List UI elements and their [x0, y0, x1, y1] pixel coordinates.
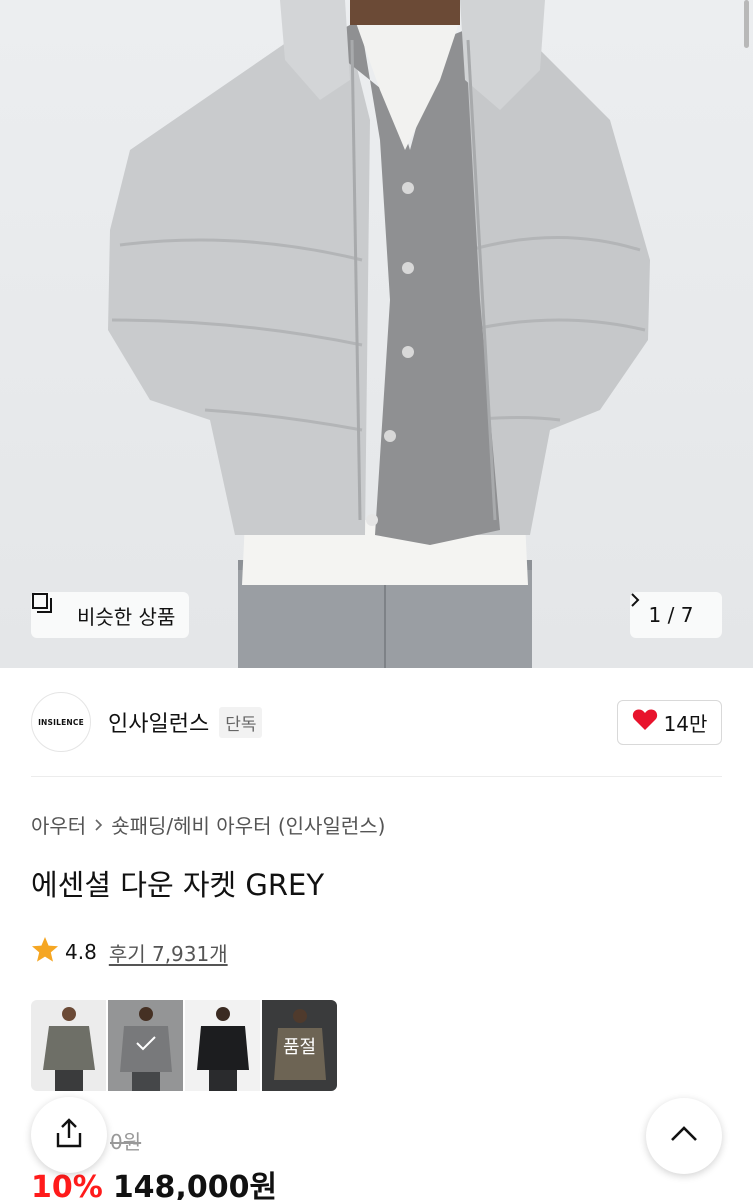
color-option-black[interactable]: [185, 1000, 260, 1091]
breadcrumb-item-category[interactable]: 숏패딩/헤비 아우터 (인사일런스): [111, 810, 385, 839]
scroll-indicator[interactable]: [744, 0, 749, 48]
color-options: 품절: [31, 1000, 337, 1091]
thumbnail-image: [185, 1000, 260, 1091]
sold-out-label: 품절: [282, 1036, 317, 1058]
like-count: 14만: [663, 711, 708, 736]
product-title: 에센셜 다운 자켓 GREY: [31, 868, 325, 902]
heart-icon: [632, 708, 658, 736]
sale-price: 148,000원: [112, 1170, 278, 1200]
product-photo: [108, 0, 650, 668]
breadcrumb-item-outer[interactable]: 아우터: [31, 810, 86, 839]
similar-products-button[interactable]: 비슷한 상품: [31, 592, 190, 638]
star-icon: [31, 936, 59, 968]
original-price: 0원: [110, 1130, 142, 1154]
divider: [31, 776, 722, 777]
product-image-carousel[interactable]: 비슷한 상품 1 / 7: [0, 0, 753, 668]
image-counter: 1 / 7: [648, 603, 694, 627]
similar-items-icon: [32, 593, 69, 626]
share-icon: [54, 1117, 84, 1153]
brand-name[interactable]: 인사일런스: [108, 706, 209, 738]
reviews-link[interactable]: 후기 7,931개: [109, 938, 228, 967]
thumbnail-image: [31, 1000, 106, 1091]
rating-row: 4.8 후기 7,931개: [31, 936, 228, 968]
rating-score: 4.8: [65, 940, 97, 964]
scroll-to-top-button[interactable]: [646, 1098, 722, 1174]
color-option-khaki[interactable]: [31, 1000, 106, 1091]
chevron-right-icon: [94, 813, 103, 837]
check-icon: [135, 1035, 157, 1056]
brand-logo-text: INSILENCE: [38, 717, 84, 727]
brand-row: INSILENCE 인사일런스 단독 14만: [31, 692, 722, 752]
brand-logo[interactable]: INSILENCE: [31, 692, 91, 752]
breadcrumb: 아우터 숏패딩/헤비 아우터 (인사일런스): [31, 810, 385, 839]
sold-out-overlay: 품절: [262, 1000, 337, 1091]
color-option-beige[interactable]: 품절: [262, 1000, 337, 1091]
like-button[interactable]: 14만: [617, 699, 722, 745]
discount-rate: 10%: [31, 1170, 103, 1200]
image-counter-button[interactable]: 1 / 7: [630, 592, 722, 638]
selected-overlay: [108, 1000, 183, 1091]
color-option-grey[interactable]: [108, 1000, 183, 1091]
share-button[interactable]: [31, 1097, 107, 1173]
similar-products-label: 비슷한 상품: [77, 604, 176, 629]
exclusive-badge: 단독: [219, 706, 263, 738]
chevron-up-icon: [670, 1126, 698, 1146]
